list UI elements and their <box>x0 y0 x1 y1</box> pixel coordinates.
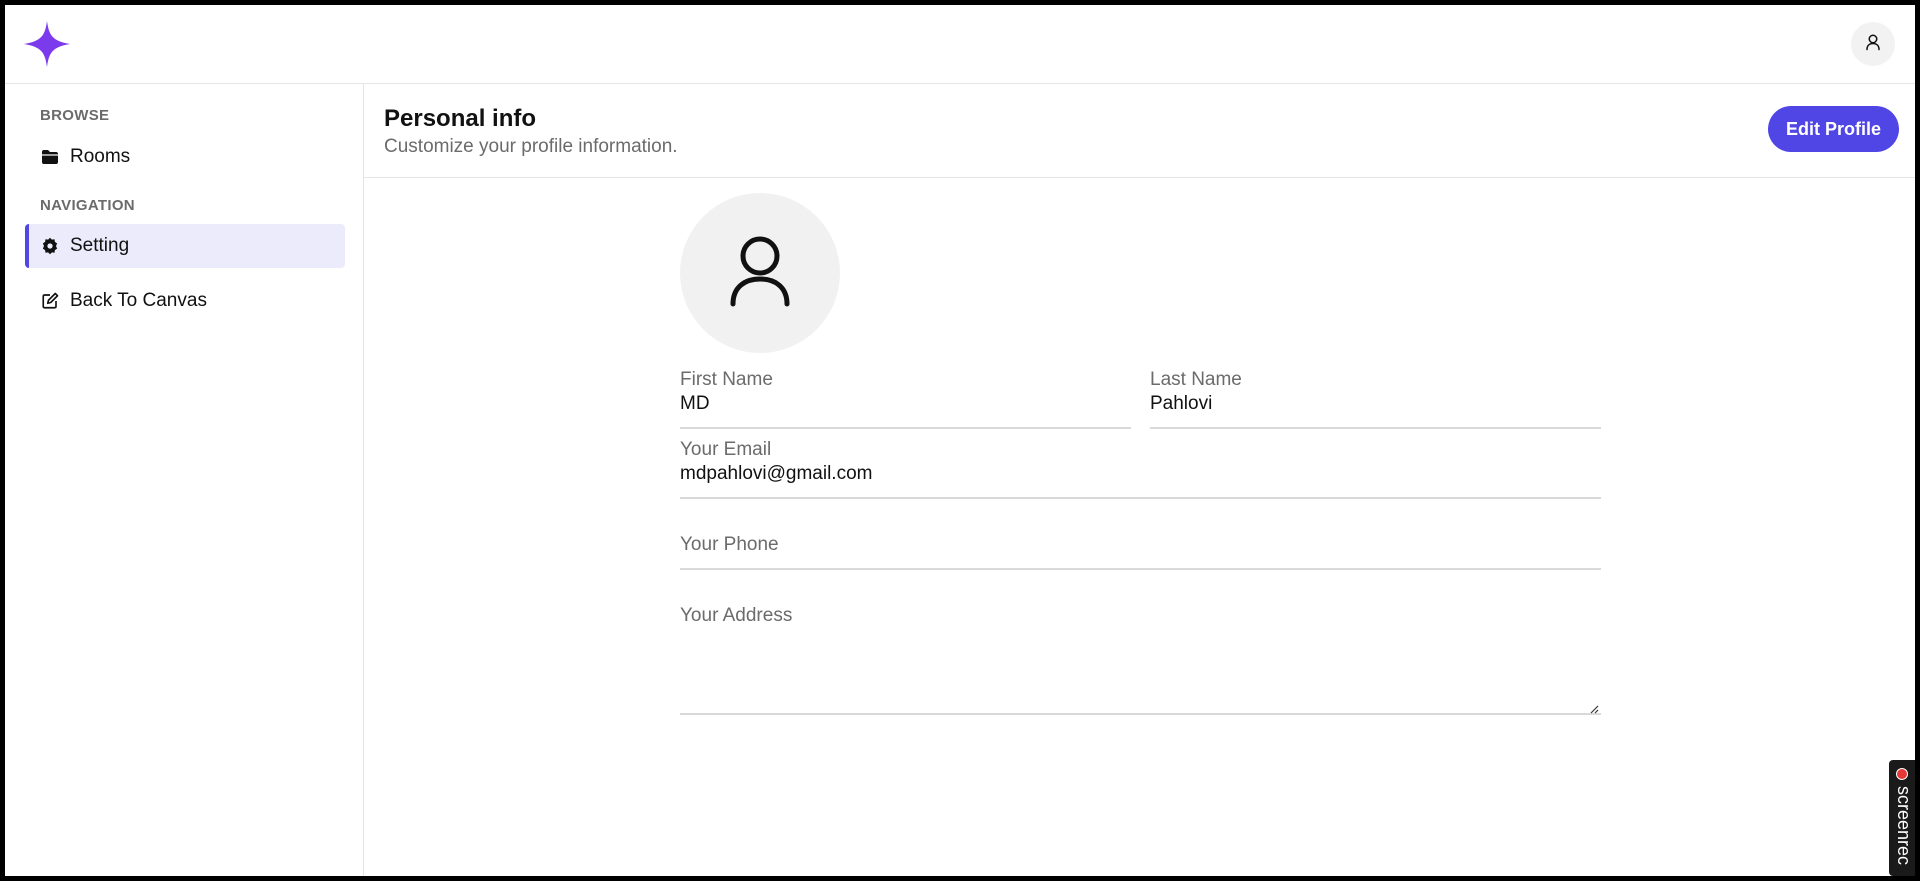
email-value[interactable]: mdpahlovi@gmail.com <box>680 463 872 485</box>
first-name-value[interactable]: MD <box>680 393 710 415</box>
sidebar-item-back-to-canvas[interactable]: Back To Canvas <box>25 279 345 323</box>
gear-icon <box>40 236 60 256</box>
page-header: Personal info Customize your profile inf… <box>364 84 1915 178</box>
sparkle-logo-icon[interactable] <box>24 21 70 67</box>
record-icon <box>1896 768 1908 780</box>
user-icon <box>1864 33 1882 56</box>
sidebar-item-setting[interactable]: Setting <box>25 224 345 268</box>
sidebar-item-label: Rooms <box>70 146 131 167</box>
sidebar: BROWSE Rooms NAVIGATION Setting Back To … <box>5 84 364 876</box>
folder-icon <box>40 147 60 167</box>
email-label: Your Email <box>680 439 772 460</box>
email-field[interactable]: Your Email mdpahlovi@gmail.com <box>680 439 1601 499</box>
sidebar-section-browse: BROWSE <box>40 107 110 124</box>
screen-recorder-badge[interactable]: screenrec <box>1889 760 1915 876</box>
address-label: Your Address <box>680 605 793 626</box>
last-name-value[interactable]: Pahlovi <box>1150 393 1212 415</box>
sidebar-item-label: Setting <box>70 235 130 256</box>
sidebar-item-label: Back To Canvas <box>70 290 207 311</box>
page-title: Personal info <box>384 105 537 132</box>
address-textarea[interactable]: Your Address <box>680 605 1601 715</box>
phone-label: Your Phone <box>680 534 779 555</box>
user-icon <box>728 235 792 312</box>
user-menu-button[interactable] <box>1851 22 1895 66</box>
last-name-label: Last Name <box>1150 369 1242 390</box>
top-bar <box>5 5 1915 84</box>
first-name-label: First Name <box>680 369 773 390</box>
sidebar-section-navigation: NAVIGATION <box>40 197 135 214</box>
recorder-label: screenrec <box>1894 786 1914 866</box>
resize-handle-icon[interactable] <box>1589 701 1599 714</box>
first-name-field[interactable]: First Name MD <box>680 369 1131 429</box>
avatar[interactable] <box>680 193 840 353</box>
phone-field[interactable]: Your Phone <box>680 534 1601 570</box>
edit-icon <box>40 291 60 311</box>
sidebar-item-rooms[interactable]: Rooms <box>25 135 345 179</box>
app-window: BROWSE Rooms NAVIGATION Setting Back To … <box>5 5 1915 876</box>
page-subtitle: Customize your profile information. <box>384 136 678 157</box>
edit-profile-button[interactable]: Edit Profile <box>1768 106 1899 152</box>
last-name-field[interactable]: Last Name Pahlovi <box>1150 369 1601 429</box>
